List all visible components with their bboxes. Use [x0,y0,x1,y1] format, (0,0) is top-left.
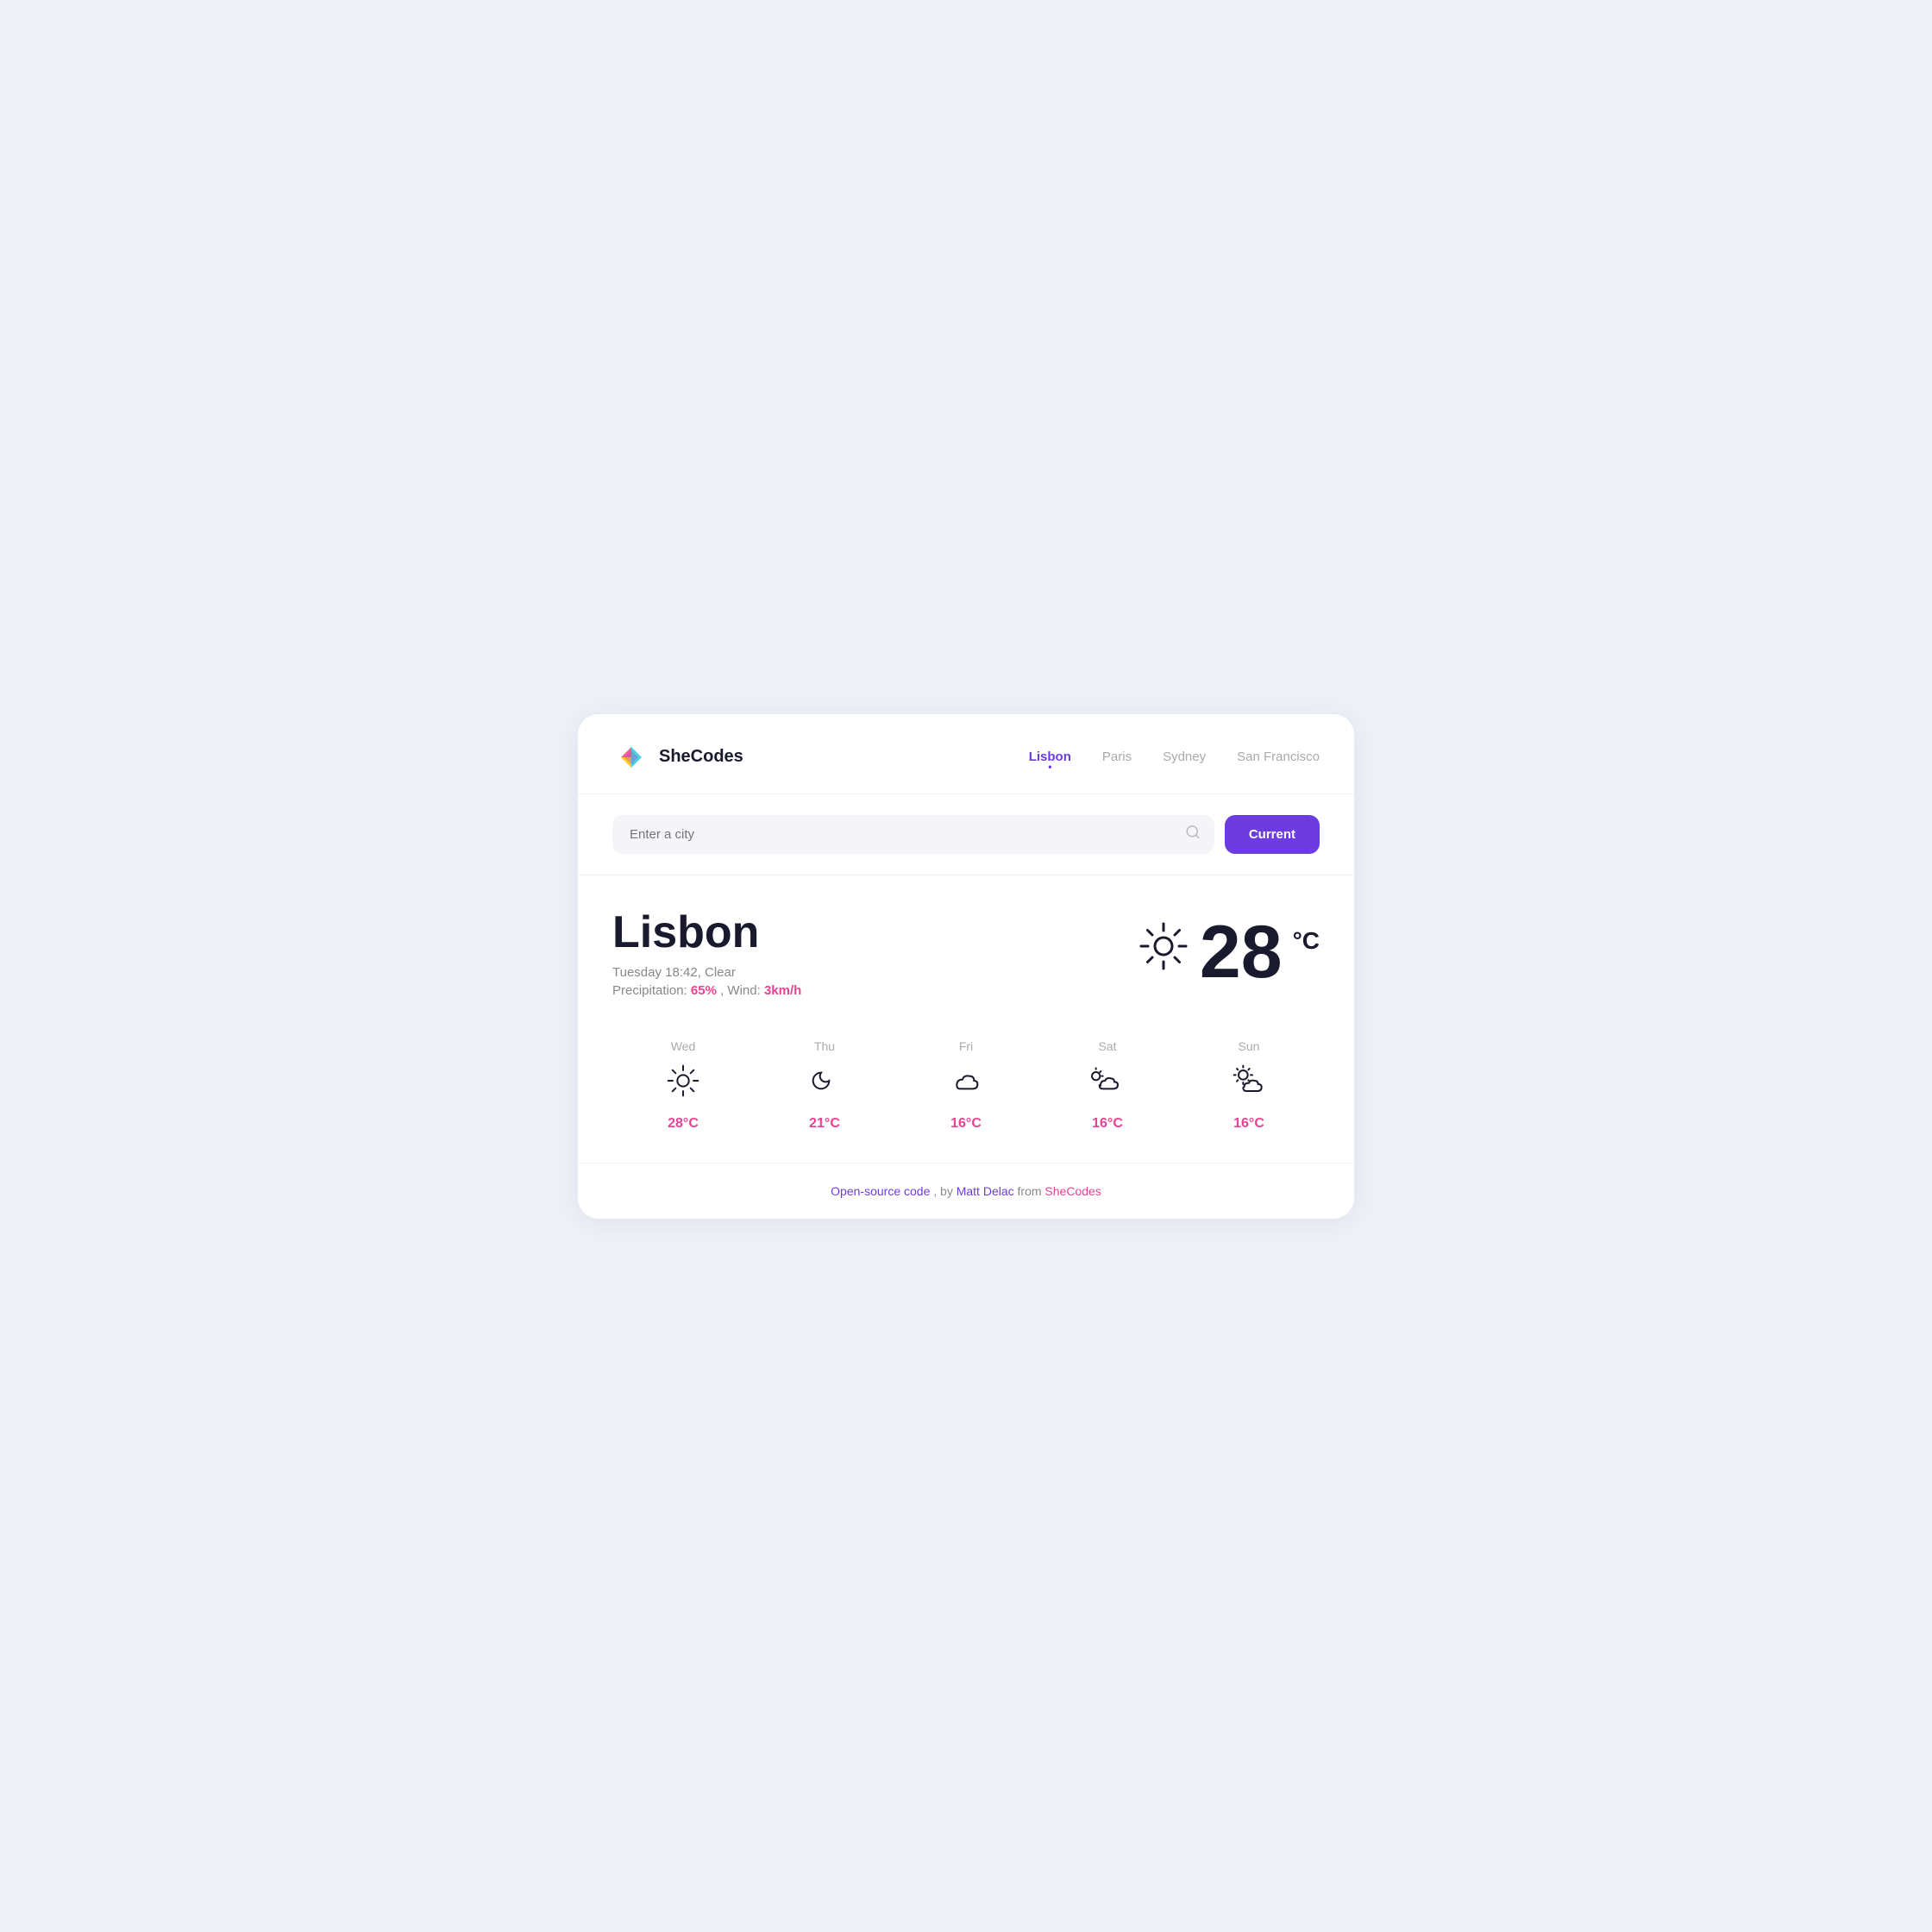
forecast-day-sun: Sun 16°C [1178,1039,1320,1132]
forecast-icon-wed [666,1063,700,1106]
nav-item-san-francisco[interactable]: San Francisco [1237,750,1320,764]
temperature-display: 28 °C [1138,915,1320,989]
weather-left: Lisbon Tuesday 18:42, Clear Precipitatio… [612,906,801,998]
temperature-unit: °C [1293,927,1320,955]
temperature-value: 28 [1200,915,1283,989]
forecast-temp-thu: 21°C [809,1116,840,1132]
precipitation-value: 65% [691,983,717,998]
forecast-day-name-sat: Sat [1098,1039,1116,1053]
author-link[interactable]: Matt Delac [957,1184,1014,1198]
logo: SheCodes [612,738,743,776]
weather-card: SheCodes Lisbon Paris Sydney San Francis… [578,714,1354,1219]
forecast-icon-sun [1232,1063,1266,1106]
forecast-day-name-wed: Wed [671,1039,696,1053]
wind-label: , Wind: [720,983,764,998]
main-nav: Lisbon Paris Sydney San Francisco [1029,750,1320,764]
forecast-temp-sun: 16°C [1233,1116,1264,1132]
forecast-day-wed: Wed 28°C [612,1039,754,1132]
shecodes-link[interactable]: SheCodes [1044,1184,1101,1198]
search-wrapper [612,815,1214,854]
open-source-link[interactable]: Open-source code [831,1184,930,1198]
footer-from: from [1018,1184,1045,1198]
forecast-icon-thu [807,1063,842,1106]
logo-icon [612,738,650,776]
wind-value: 3km/h [764,983,801,998]
forecast-icon-sat [1090,1063,1125,1106]
forecast-icon-fri [949,1063,983,1106]
forecast-temp-sat: 16°C [1092,1116,1123,1132]
forecast-day-thu: Thu 21°C [754,1039,895,1132]
weather-details: Precipitation: 65% , Wind: 3km/h [612,983,801,998]
logo-text: SheCodes [659,747,743,767]
footer-by: , by [933,1184,956,1198]
forecast-day-fri: Fri 16°C [895,1039,1037,1132]
nav-item-lisbon[interactable]: Lisbon [1029,750,1071,764]
forecast-day-name-thu: Thu [814,1039,835,1053]
sun-icon-large [1138,920,1189,983]
footer: Open-source code , by Matt Delac from Sh… [578,1163,1354,1219]
search-icon [1185,825,1201,844]
forecast-section: Wed 28°C [578,1022,1354,1163]
header: SheCodes Lisbon Paris Sydney San Francis… [578,714,1354,794]
forecast-temp-wed: 28°C [668,1116,699,1132]
forecast-temp-fri: 16°C [950,1116,982,1132]
nav-item-paris[interactable]: Paris [1102,750,1132,764]
search-input[interactable] [612,815,1214,854]
search-section: Current [578,794,1354,875]
nav-item-sydney[interactable]: Sydney [1163,750,1206,764]
forecast-row: Wed 28°C [612,1039,1320,1132]
forecast-day-name-fri: Fri [959,1039,973,1053]
precipitation-label: Precipitation: [612,983,687,998]
forecast-day-name-sun: Sun [1239,1039,1260,1053]
weather-main: Lisbon Tuesday 18:42, Clear Precipitatio… [578,875,1354,1022]
weather-datetime: Tuesday 18:42, Clear [612,965,801,980]
forecast-day-sat: Sat 16°C [1037,1039,1178,1132]
current-button[interactable]: Current [1225,815,1320,854]
city-name: Lisbon [612,906,801,958]
